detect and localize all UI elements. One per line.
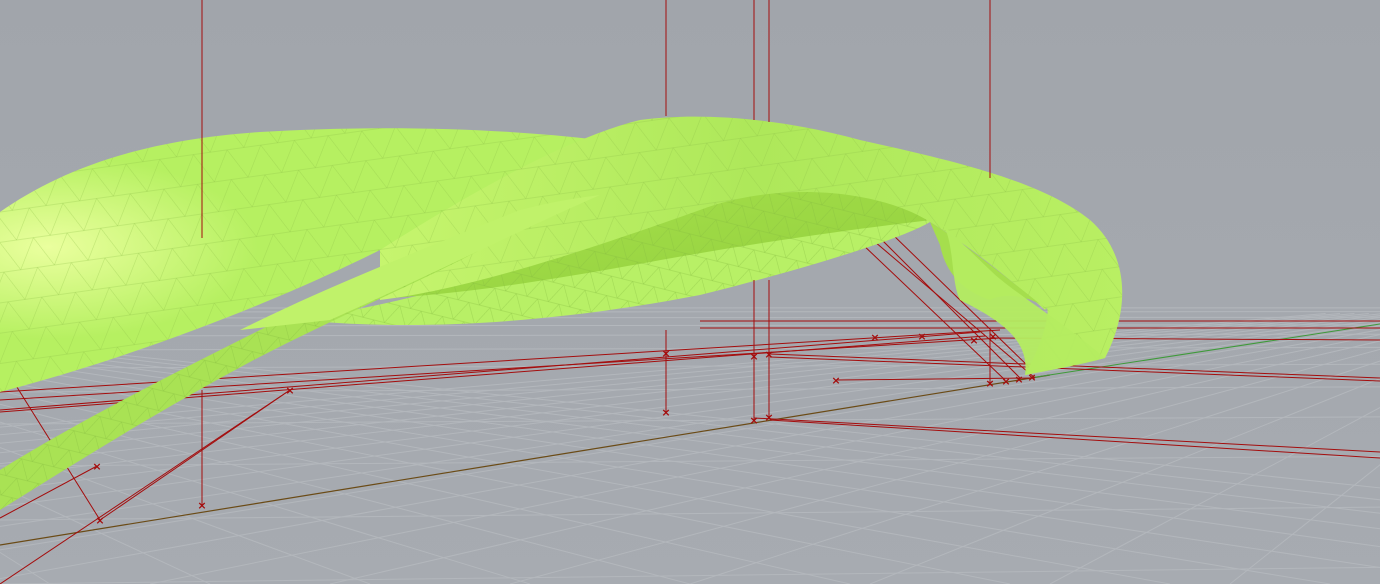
point-marker[interactable]: × (661, 406, 670, 419)
point-marker[interactable]: × (917, 330, 926, 343)
point-marker[interactable]: × (969, 334, 978, 347)
point-marker[interactable]: × (985, 377, 994, 390)
point-marker[interactable]: × (1014, 373, 1023, 386)
viewport-canvas[interactable]: × × × × × × × × × × × × × × × × × × × (0, 0, 1380, 584)
point-marker[interactable]: × (749, 414, 758, 427)
point-marker[interactable]: × (1027, 371, 1036, 384)
point-marker[interactable]: × (661, 347, 670, 360)
point-marker[interactable]: × (95, 514, 104, 527)
point-marker[interactable]: × (1001, 375, 1010, 388)
point-marker[interactable]: × (988, 330, 997, 343)
point-marker[interactable]: × (285, 384, 294, 397)
point-marker[interactable]: × (749, 350, 758, 363)
point-marker[interactable]: × (764, 411, 773, 424)
point-marker[interactable]: × (870, 331, 879, 344)
point-marker[interactable]: × (197, 499, 206, 512)
point-marker[interactable]: × (831, 374, 840, 387)
point-marker[interactable]: × (92, 460, 101, 473)
3d-viewport[interactable]: × × × × × × × × × × × × × × × × × × × (0, 0, 1380, 584)
point-marker[interactable]: × (764, 348, 773, 361)
